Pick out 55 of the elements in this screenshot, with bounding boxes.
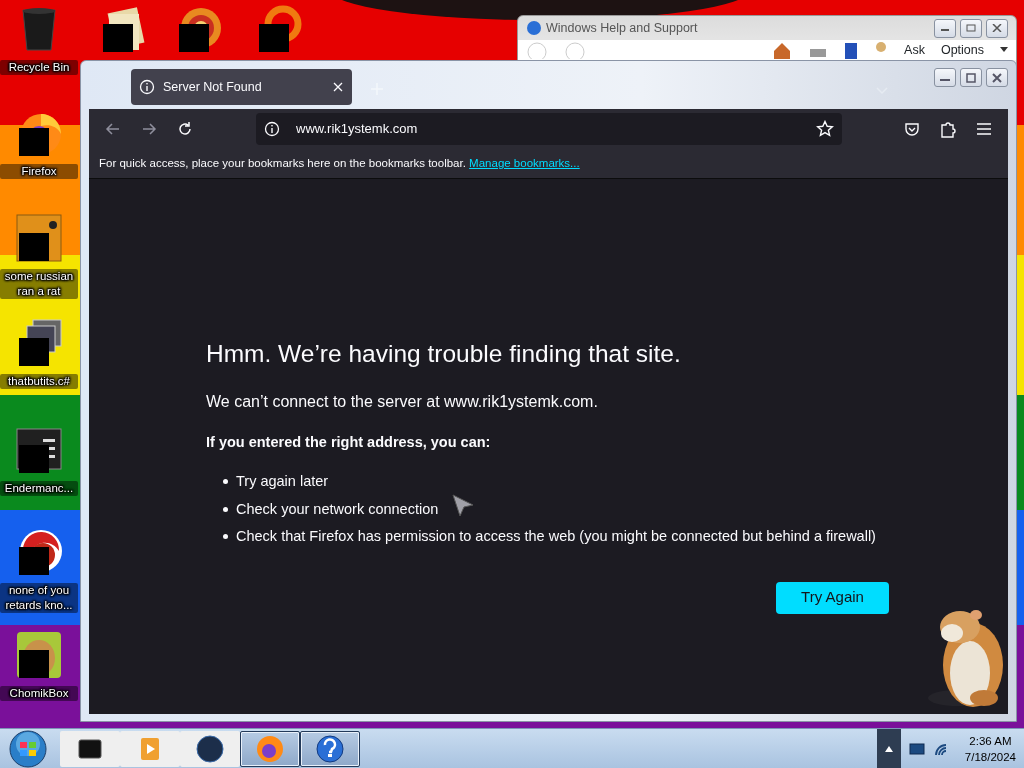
icon-label[interactable]: Firefox xyxy=(0,164,78,179)
caret-icon[interactable] xyxy=(1000,47,1008,53)
tile-icon[interactable] xyxy=(13,213,65,265)
firefox-icon xyxy=(254,733,286,764)
address-bar[interactable]: www.rik1ystemk.com xyxy=(256,113,842,145)
info-icon xyxy=(139,79,155,95)
menu-icon[interactable] xyxy=(976,122,992,136)
toolbar-button[interactable]: Options xyxy=(940,43,984,57)
maximize-icon xyxy=(966,24,976,32)
close-icon xyxy=(992,24,1002,32)
suggestion-item: Check that Firefox has permission to access the web (you might be connected but behind a firewall) xyxy=(236,527,876,546)
bookmarks-hint: For quick access, place your bookmarks here on the bookmarks toolbar. Manage bookmarks... xyxy=(99,155,580,171)
bullet-dot xyxy=(223,534,228,540)
info-icon xyxy=(264,121,280,137)
suggestion-item: Try again later xyxy=(236,472,329,491)
taskbar-button[interactable] xyxy=(240,730,300,767)
toolbar-button[interactable]: Ask xyxy=(904,43,925,57)
pocket-icon[interactable] xyxy=(904,121,920,137)
bullet-dot xyxy=(223,506,228,512)
close-icon xyxy=(992,72,1002,83)
manage-bookmarks-link[interactable]: Manage bookmarks... xyxy=(469,156,580,169)
puzzle-icon[interactable] xyxy=(940,120,956,138)
star-icon[interactable] xyxy=(816,120,834,138)
try-again-button[interactable]: Try Again xyxy=(776,581,889,614)
close-button[interactable] xyxy=(986,18,1008,38)
icon-label[interactable]: Recycle Bin xyxy=(0,60,78,75)
icon-label[interactable]: Endermanc... xyxy=(0,481,78,496)
minimize-button[interactable] xyxy=(934,18,956,38)
browser-tab[interactable]: Server Not Found xyxy=(131,69,352,105)
start-button[interactable] xyxy=(8,729,48,768)
maximize-button[interactable] xyxy=(960,18,982,38)
suggestion-item: Check your network connection xyxy=(236,499,439,519)
error-message: We can’t connect to the server at www.rik1ystemk.com. xyxy=(206,392,599,413)
book-icon[interactable] xyxy=(844,41,859,59)
clock-time: 2:36 AM xyxy=(968,733,1013,749)
maximize-icon xyxy=(966,72,976,83)
minimize-button[interactable] xyxy=(934,68,956,87)
icon-label[interactable]: thatbutits.c# xyxy=(0,374,78,389)
clock-date: 7/18/2024 xyxy=(964,749,1016,765)
suggestion-heading: If you entered the right address, you can: xyxy=(206,433,492,453)
icon-label[interactable]: ChomikBox xyxy=(0,686,78,701)
monitor-icon[interactable] xyxy=(908,741,925,756)
icon-label[interactable]: some russian ran a rat xyxy=(0,269,78,299)
taskbar-button[interactable] xyxy=(60,730,120,767)
window-title: Windows Help and Support xyxy=(546,19,698,37)
taskbar-button[interactable] xyxy=(300,730,360,767)
show-hidden-icons-button[interactable] xyxy=(884,745,893,752)
icon-label[interactable]: none of you retards kno... xyxy=(0,583,78,613)
close-icon[interactable] xyxy=(332,81,344,93)
taskbar-button[interactable] xyxy=(180,730,240,767)
maximize-button[interactable] xyxy=(960,68,982,87)
bullet-dot xyxy=(223,479,228,485)
error-title: Hmm. We’re having trouble finding that site. xyxy=(206,339,682,369)
close-button[interactable] xyxy=(986,68,1008,87)
reload-icon[interactable] xyxy=(177,121,193,137)
